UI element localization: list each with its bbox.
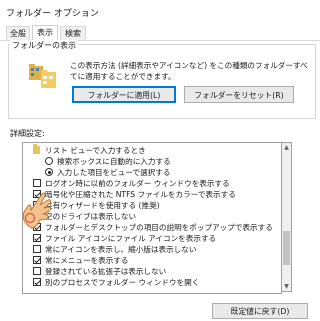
tab-general[interactable]: 全般 [6, 26, 30, 40]
checkbox[interactable] [33, 267, 41, 275]
list-item-label: 常にアイコンを表示し、縮小版は表示しない [45, 245, 197, 254]
scrollbar-thumb[interactable] [283, 231, 290, 265]
list-item-label: 暗号化や圧縮された NTFS ファイルをカラーで表示する [45, 190, 236, 199]
list-item-label: 共有ウィザードを使用する (推奨) [45, 201, 160, 210]
tab-view[interactable]: 表示 [32, 25, 58, 41]
tab-strip: 全般 表示 検索 [0, 25, 320, 41]
scroll-up-arrow-icon[interactable]: ▲ [282, 143, 291, 152]
window-title: フォルダー オプション [6, 9, 99, 19]
list-item-label: 常にメニューを表示する [45, 256, 129, 265]
list-scrollbar[interactable]: ▲ ▼ [282, 142, 292, 292]
checkbox[interactable] [33, 234, 41, 242]
list-item-label: リスト ビューで入力するとき [45, 146, 146, 155]
list-item-label: 空のドライブは表示しない [45, 212, 137, 221]
title-bar: フォルダー オプション [0, 0, 320, 24]
tab-search[interactable]: 検索 [60, 26, 86, 40]
checkbox[interactable] [33, 256, 41, 264]
folder-view-group-label: フォルダーの表示 [10, 40, 78, 51]
checkbox[interactable] [33, 245, 41, 253]
pointer-hand-icon [22, 192, 52, 229]
apply-to-folders-button[interactable]: フォルダーに適用(L) [72, 86, 176, 103]
folder-icon [33, 144, 40, 154]
reset-folders-button[interactable]: フォルダーをリセット(R) [184, 86, 294, 103]
list-item-label: 検索ボックスに自動的に入力する [57, 157, 171, 166]
list-item-label: フォルダーとデスクトップの項目の説明をポップアップで表示する [45, 223, 273, 232]
list-item-label: ファイル アイコンにファイル アイコンを表示する [45, 234, 217, 243]
description-line-2: てに適用することができます。 [70, 72, 176, 81]
description-line-1: この表示方法 (詳細表示やアイコンなど) をこの種類のフォルダーすべ [70, 61, 308, 70]
radio-button[interactable] [45, 168, 53, 176]
advanced-settings-label: 詳細設定: [10, 129, 45, 138]
list-item-label: 入力した項目をビューで選択する [57, 168, 171, 177]
advanced-settings-list[interactable]: リスト ビューで入力するとき 検索ボックスに自動的に入力する 入力した項目をビュ… [22, 142, 282, 294]
checkbox[interactable] [33, 278, 41, 286]
list-item-label: 別のプロセスでフォルダー ウィンドウを開く [45, 278, 200, 287]
restore-defaults-button[interactable]: 既定値に戻す(D) [212, 303, 308, 319]
radio-button[interactable] [45, 157, 53, 165]
folder-views-icon [29, 64, 56, 88]
checkbox[interactable] [33, 179, 41, 187]
list-item-label: ログオン時に以前のフォルダー ウィンドウを表示する [45, 179, 230, 188]
list-item-label: 登録されている拡張子は表示しない [45, 267, 167, 276]
scroll-down-arrow-icon[interactable]: ▼ [282, 282, 291, 291]
folder-view-description: この表示方法 (詳細表示やアイコンなど) をこの種類のフォルダーすべ てに適用す… [70, 60, 312, 82]
